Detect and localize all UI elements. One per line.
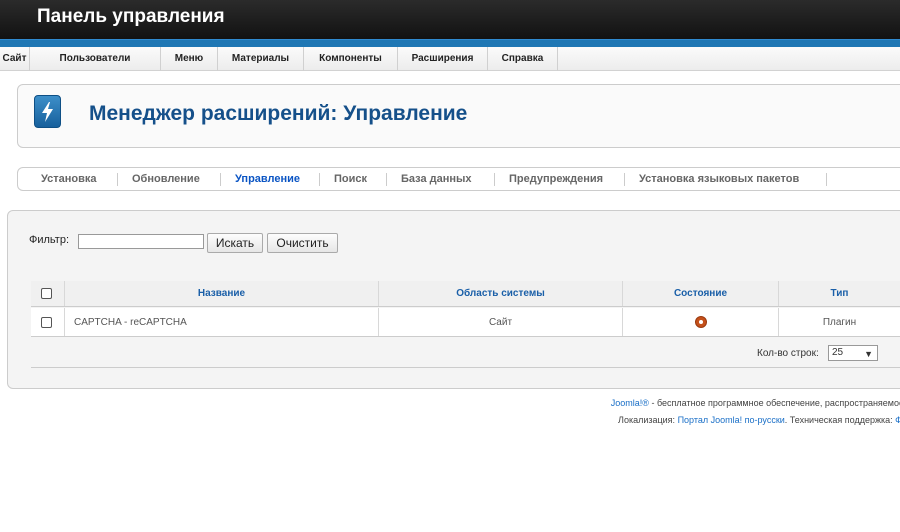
- header-checkbox-cell: [31, 281, 65, 306]
- tab-separator: [319, 173, 320, 186]
- header-title: Панель управления: [37, 6, 225, 27]
- column-header-area[interactable]: Область системы: [379, 281, 623, 306]
- tab-database[interactable]: База данных: [401, 168, 472, 190]
- chevron-down-icon: ▼: [864, 349, 873, 359]
- tab-discover[interactable]: Поиск: [334, 168, 367, 190]
- clear-button[interactable]: Очистить: [267, 233, 338, 253]
- menu-item-extensions[interactable]: Расширения: [398, 47, 488, 71]
- tab-separator: [624, 173, 625, 186]
- filter-label: Фильтр:: [29, 234, 70, 246]
- top-header: Панель управления: [0, 0, 900, 39]
- status-enabled-icon[interactable]: [695, 316, 707, 328]
- search-button[interactable]: Искать: [207, 233, 263, 253]
- row-type: Плагин: [822, 317, 857, 328]
- tab-manage[interactable]: Управление: [235, 168, 300, 190]
- tab-separator: [220, 173, 221, 186]
- menu-item-content[interactable]: Материалы: [218, 47, 304, 71]
- page-footer: Joomla!® - бесплатное программное обеспе…: [0, 398, 900, 425]
- joomla-link[interactable]: Joomla!®: [611, 398, 649, 408]
- menu-item-menus[interactable]: Меню: [161, 47, 218, 71]
- main-menu: Сайт Пользователи Меню Материалы Компоне…: [0, 47, 900, 71]
- header-stripe: [0, 39, 900, 47]
- row-checkbox[interactable]: [41, 317, 52, 328]
- menu-item-site[interactable]: Сайт: [0, 47, 30, 71]
- localization-label: Локализация:: [618, 415, 678, 425]
- tab-separator: [494, 173, 495, 186]
- tab-separator: [826, 173, 827, 186]
- rows-per-page-select[interactable]: 25 ▼: [828, 345, 878, 361]
- footer-license-text: - бесплатное программное обеспечение, ра…: [648, 398, 900, 408]
- submenu-tabs: Установка Обновление Управление Поиск Ба…: [17, 167, 900, 191]
- row-checkbox-cell: [31, 308, 65, 336]
- support-link[interactable]: Ф: [895, 415, 900, 425]
- tab-update[interactable]: Обновление: [132, 168, 200, 190]
- row-status-cell: [623, 308, 779, 336]
- row-name: CAPTCHA - reCAPTCHA: [65, 308, 379, 336]
- tab-install[interactable]: Установка: [41, 168, 97, 190]
- column-header-name[interactable]: Название: [65, 281, 379, 306]
- page-title: Менеджер расширений: Управление: [89, 102, 468, 125]
- menu-item-users[interactable]: Пользователи: [30, 47, 161, 71]
- tab-separator: [117, 173, 118, 186]
- table-footer: Кол-во строк: 25 ▼: [31, 338, 900, 368]
- rows-per-page-label: Кол-во строк:: [757, 348, 819, 359]
- tab-warnings[interactable]: Предупреждения: [509, 168, 603, 190]
- support-label: . Техническая поддержка:: [784, 415, 896, 425]
- rows-per-page-value: 25: [832, 347, 844, 358]
- column-header-type[interactable]: Тип: [779, 281, 900, 306]
- menu-item-help[interactable]: Справка: [488, 47, 558, 71]
- column-header-status[interactable]: Состояние: [623, 281, 779, 306]
- table-row: CAPTCHA - reCAPTCHA Сайт Плагин: [31, 308, 900, 337]
- table-header: Название Область системы Состояние Тип: [31, 281, 900, 307]
- joomla-russia-link[interactable]: Портал Joomla! по-русски: [678, 415, 785, 425]
- select-all-checkbox[interactable]: [41, 288, 52, 299]
- extension-manager-icon: [34, 95, 61, 128]
- menu-item-components[interactable]: Компоненты: [304, 47, 398, 71]
- filter-input[interactable]: [78, 234, 204, 249]
- tab-install-languages[interactable]: Установка языковых пакетов: [639, 168, 799, 190]
- row-area: Сайт: [379, 308, 623, 336]
- tab-separator: [386, 173, 387, 186]
- page-title-box: Менеджер расширений: Управление: [17, 84, 900, 148]
